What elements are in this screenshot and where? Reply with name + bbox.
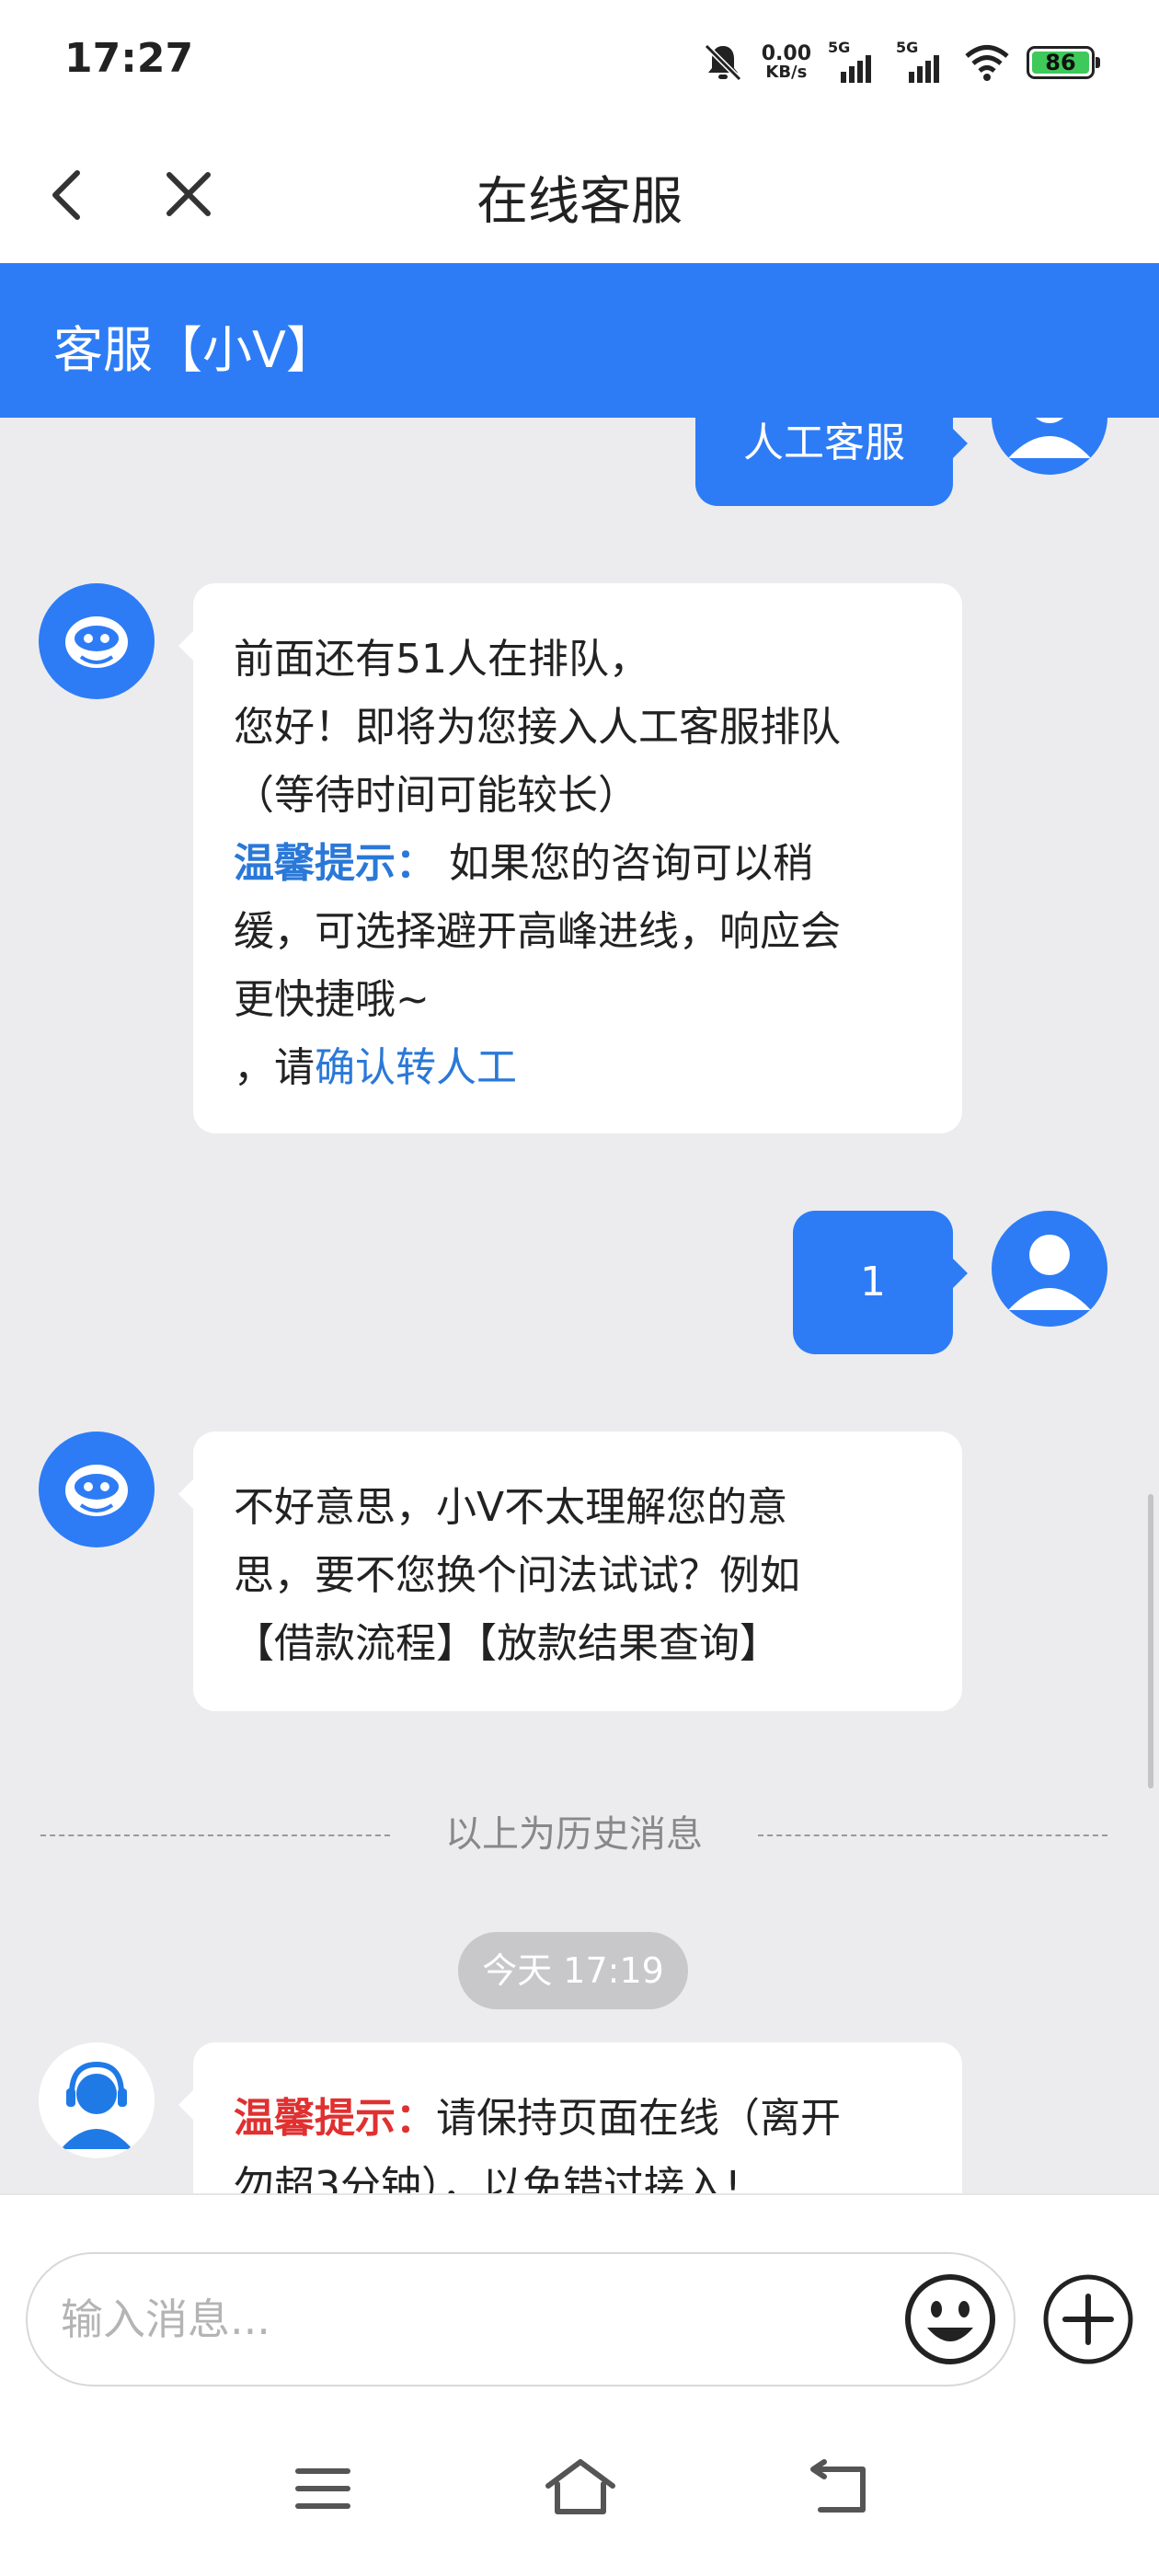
bot-message-line: 【借款流程】【放款结果查询】: [234, 1620, 780, 1667]
bot-message-line: 更快捷哦~: [234, 976, 430, 1023]
bot-message-line: 缓，可选择避开高峰进线，响应会: [234, 908, 841, 955]
tip-text: 如果您的咨询可以稍: [436, 840, 813, 887]
network-speed-value: 0.00: [761, 42, 811, 65]
bot-message-line: （等待时间可能较长）: [234, 772, 638, 819]
signal-bar: [857, 61, 863, 83]
agent-header: 客服【小V】: [0, 263, 1159, 418]
bot-message-line: 前面还有51人在排队，: [234, 636, 649, 683]
tip-label: 温馨提示：: [234, 2095, 436, 2142]
bot-avatar: [39, 1432, 155, 1547]
user-message-text: 1: [860, 1259, 886, 1305]
signal-bar: [841, 72, 846, 83]
bot-message-line: 您好！即将为您接入人工客服排队: [234, 704, 841, 751]
user-avatar-icon: [1008, 418, 1091, 458]
bot-message-line: 思，要不您换个问法试试？例如: [234, 1552, 800, 1599]
timestamp-pill: 今天 17:19: [458, 1932, 688, 2009]
bell-muted-icon: [704, 43, 741, 82]
user-message-bubble: 1: [793, 1211, 968, 1354]
robot-icon: [65, 1465, 128, 1516]
signal-1-label: 5G: [828, 39, 851, 56]
user-message-text: 人工客服: [743, 420, 905, 466]
agent-name: 客服【小V】: [53, 321, 336, 379]
signal-bar: [866, 55, 871, 83]
emoji-icon[interactable]: [901, 2271, 999, 2368]
bot-message-line: ，请确认转人工: [234, 1034, 922, 1102]
confirm-transfer-link[interactable]: 确认转人工: [315, 1044, 517, 1091]
nav-bar: 在线客服: [0, 125, 1159, 263]
battery-level: 86: [1032, 50, 1089, 75]
bot-avatar: [39, 583, 155, 699]
agent-message-line: 勿超3分钟），以免错过接入!: [234, 2163, 741, 2193]
input-bar: [0, 2193, 1159, 2392]
robot-icon: [65, 616, 128, 668]
user-avatar-icon: [1008, 1235, 1091, 1310]
signal-1: 5G: [828, 39, 879, 83]
agent-message-line: 温馨提示：请保持页面在线（离开: [234, 2085, 922, 2153]
wifi-icon: [965, 45, 1009, 81]
user-avatar: [992, 1211, 1107, 1327]
signal-bar: [925, 61, 931, 83]
menu-icon[interactable]: [272, 2447, 373, 2530]
battery-icon: 86: [1027, 46, 1100, 79]
signal-bar: [934, 55, 939, 83]
bot-message-line: 温馨提示： 如果您的咨询可以稍: [234, 830, 922, 898]
headset-agent-icon: [61, 2061, 132, 2149]
home-icon[interactable]: [530, 2447, 631, 2530]
bot-message-prefix: ，请: [234, 1044, 315, 1091]
signal-bar: [849, 66, 855, 83]
tip-label: 温馨提示：: [234, 840, 436, 887]
network-speed-unit: KB/s: [765, 63, 808, 82]
signal-2: 5G: [896, 39, 947, 83]
user-avatar: [992, 418, 1107, 475]
bot-message-bubble: 前面还有51人在排队， 您好！即将为您接入人工客服排队 （等待时间可能较长） 温…: [178, 583, 962, 1133]
signal-bar: [909, 72, 914, 83]
divider-line: [758, 1834, 1107, 1836]
status-bar: 17:27 0.00 KB/s 5G 5G 86: [0, 0, 1159, 125]
page-title: 在线客服: [476, 172, 683, 232]
back-icon[interactable]: [787, 2447, 889, 2530]
scrollbar-thumb[interactable]: [1148, 1494, 1153, 1788]
plus-icon[interactable]: [1039, 2271, 1137, 2368]
tip-text: 请保持页面在线（离开: [436, 2095, 841, 2142]
signal-2-label: 5G: [896, 39, 919, 56]
history-divider: 以上为历史消息: [40, 1807, 1107, 1862]
status-icons: 0.00 KB/s 5G 5G 86: [701, 35, 1100, 90]
message-input[interactable]: [26, 2252, 1016, 2386]
system-nav-bar: [0, 2392, 1159, 2576]
signal-bar: [917, 66, 923, 83]
agent-avatar: [39, 2042, 155, 2158]
agent-message-bubble: 温馨提示：请保持页面在线（离开 勿超3分钟），以免错过接入!: [178, 2042, 962, 2193]
network-speed: 0.00 KB/s: [762, 44, 811, 81]
user-message-bubble: 人工客服: [695, 418, 968, 506]
bot-message-line: 不好意思，小V不太理解您的意: [234, 1484, 788, 1531]
chat-area[interactable]: 人工客服 前面还有51人在排队， 您好！即将为您接入人工客服排队 （等待时间可能…: [0, 418, 1159, 2193]
bot-message-bubble: 不好意思，小V不太理解您的意 思，要不您换个问法试试？例如 【借款流程】【放款结…: [178, 1432, 962, 1711]
status-time: 17:27: [64, 35, 194, 82]
